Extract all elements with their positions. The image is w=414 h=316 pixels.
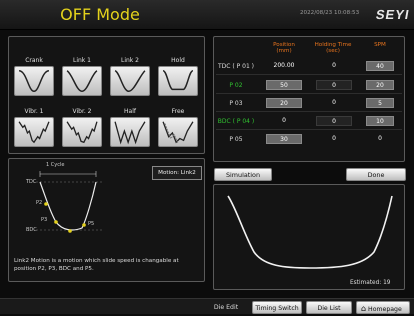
p5-label: P5 — [88, 221, 95, 227]
row-label-bdc: BDC ( P 04 ) — [217, 118, 255, 125]
motion-vibr1-button[interactable] — [14, 117, 54, 147]
bdc-position-value: 0 — [282, 117, 286, 124]
row-label-p02: P 02 — [229, 82, 243, 89]
p2-label: P2 — [36, 200, 43, 206]
die-list-button[interactable]: Die List — [306, 301, 352, 314]
tdc-position-value: 200.00 — [273, 62, 295, 69]
homepage-label: Homepage — [368, 306, 402, 313]
bdc-marker — [68, 229, 72, 233]
motion-label-vibr2: Vibr. 2 — [72, 108, 92, 115]
p2-marker — [44, 202, 48, 206]
p03-spm-input[interactable]: 5 — [366, 98, 394, 108]
home-icon: ⌂ — [361, 304, 367, 313]
motion-label-crank: Crank — [25, 57, 43, 64]
p03-holding-value: 0 — [332, 99, 336, 106]
motion-description: Link2 Motion is a motion which slide spe… — [14, 258, 179, 272]
motion-half-button[interactable] — [110, 117, 150, 147]
row-divider — [216, 74, 402, 75]
row-label-p05: P 05 — [229, 136, 243, 143]
motion-name-badge: Motion: Link2 — [152, 166, 202, 180]
position-header: Position (mm) — [273, 42, 295, 55]
simulation-button[interactable]: Simulation — [214, 168, 272, 181]
p3-marker — [54, 220, 58, 224]
homepage-button[interactable]: ⌂ Homepage — [356, 301, 410, 314]
hold-curve-icon — [162, 69, 194, 91]
row-divider — [216, 93, 402, 94]
spm-header: SPM — [374, 42, 386, 48]
timing-switch-button[interactable]: Timing Switch — [252, 301, 302, 314]
row-label-tdc: TDC ( P 01 ) — [217, 63, 255, 70]
cycle-label: 1 Cycle — [46, 162, 65, 168]
crank-curve-icon — [18, 69, 50, 93]
motion-crank-button[interactable] — [14, 66, 54, 96]
motion-link1-button[interactable] — [62, 66, 102, 96]
brand-logo: SEYI — [374, 7, 411, 22]
row-divider — [216, 129, 402, 130]
simulation-curve — [227, 195, 393, 269]
p5-marker — [82, 223, 86, 227]
page-title: OFF Mode — [60, 5, 140, 24]
p3-label: P3 — [41, 217, 48, 223]
free-curve-icon — [162, 121, 194, 144]
p05-holding-value: 0 — [332, 135, 336, 142]
p02-holding-input[interactable]: 0 — [316, 80, 352, 90]
motion-label-vibr1: Vibr. 1 — [24, 108, 44, 115]
motion-free-button[interactable] — [158, 117, 198, 147]
bdc-label: BDC — [26, 227, 37, 233]
motion-label-link2: Link 2 — [120, 57, 139, 64]
vibr1-curve-icon — [18, 121, 50, 144]
simulation-curve-chart — [227, 195, 393, 269]
motion-vibr2-button[interactable] — [62, 117, 102, 147]
motion-link2-button[interactable] — [110, 66, 150, 96]
half-curve-icon — [114, 121, 146, 145]
motion-label-link1: Link 1 — [72, 57, 91, 64]
bdc-spm-input[interactable]: 10 — [366, 116, 394, 126]
die-edit-tab[interactable]: Die Edit — [204, 301, 248, 314]
tdc-label: TDC — [26, 179, 37, 185]
holding-time-header: Holding Time (sec) — [314, 42, 352, 55]
tdc-holding-value: 0 — [332, 62, 336, 69]
done-button[interactable]: Done — [346, 168, 406, 181]
row-label-p03: P 03 — [229, 100, 243, 107]
datetime-display: 2022/08/23 10:08:53 — [300, 10, 360, 16]
motion-label-hold: Hold — [171, 57, 185, 64]
motion-label-free: Free — [171, 108, 185, 115]
motion-label-half: Half — [124, 108, 136, 115]
p02-position-input[interactable]: 50 — [266, 80, 302, 90]
tdc-spm-input[interactable]: 40 — [366, 61, 394, 71]
p05-spm-value: 0 — [378, 135, 382, 142]
link2-curve-icon — [114, 70, 146, 93]
p05-position-input[interactable]: 30 — [266, 134, 302, 144]
estimated-value: Estimated: 19 — [350, 280, 391, 286]
p03-position-input[interactable]: 20 — [266, 98, 302, 108]
motion-diagram — [36, 171, 102, 233]
row-divider — [216, 111, 402, 112]
bdc-holding-input[interactable]: 0 — [316, 116, 352, 126]
motion-hold-button[interactable] — [158, 66, 198, 96]
p02-spm-input[interactable]: 20 — [366, 80, 394, 90]
link1-curve-icon — [66, 70, 98, 93]
vibr2-curve-icon — [66, 121, 98, 144]
